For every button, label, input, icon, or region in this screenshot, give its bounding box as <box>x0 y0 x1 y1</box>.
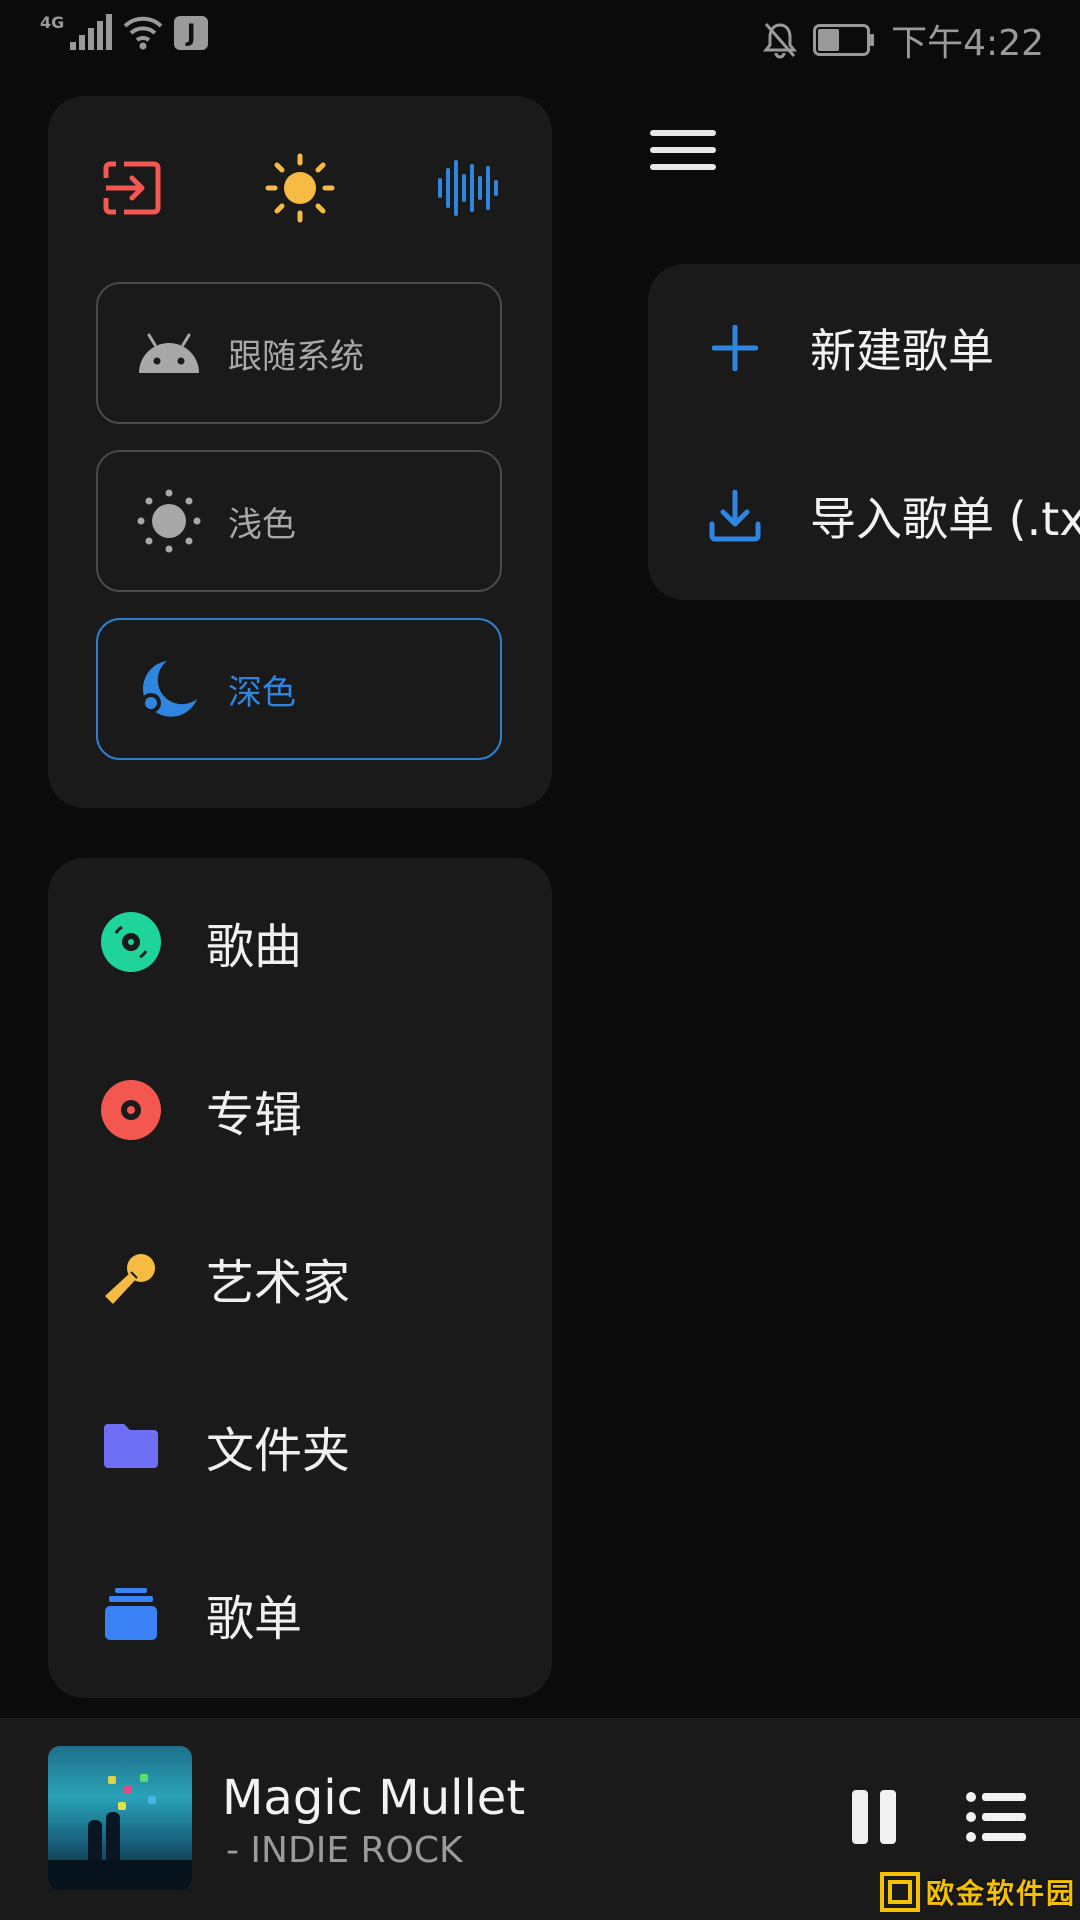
disc-icon <box>96 907 166 977</box>
playlist-stack-icon <box>96 1579 166 1649</box>
playlist-menu: 新建歌单 导入歌单 (.txt <box>648 264 1080 600</box>
nav-item-songs[interactable]: 歌曲 <box>48 882 552 1002</box>
microphone-icon <box>96 1243 166 1313</box>
menu-button[interactable] <box>650 130 716 182</box>
pause-bar <box>852 1790 868 1844</box>
theme-option-label: 浅色 <box>228 504 296 545</box>
logout-icon[interactable] <box>92 148 172 228</box>
network-type: 4G <box>40 13 65 32</box>
track-artist: - INDIE ROCK <box>226 1830 463 1871</box>
plus-icon <box>700 313 770 383</box>
menu-line <box>650 164 716 170</box>
nav-item-folders[interactable]: 文件夹 <box>48 1386 552 1506</box>
theme-option-label: 跟随系统 <box>228 336 364 377</box>
nav-item-artists[interactable]: 艺术家 <box>48 1218 552 1338</box>
theme-option-light[interactable]: 浅色 <box>96 450 502 592</box>
watermark: 欧金软件园 <box>880 1872 1076 1912</box>
library-nav: 歌曲 专辑 艺术家 文件夹 歌单 <box>48 858 552 1698</box>
menu-item-label: 新建歌单 <box>810 324 994 378</box>
import-playlist-button[interactable]: 导入歌单 (.txt <box>648 466 1080 566</box>
watermark-logo-icon <box>880 1872 920 1912</box>
app-notification-icon: J <box>174 16 209 50</box>
nav-label: 文件夹 <box>206 1423 351 1479</box>
theme-option-label: 深色 <box>228 672 296 713</box>
nav-label: 艺术家 <box>206 1255 351 1311</box>
new-playlist-button[interactable]: 新建歌单 <box>648 298 1080 398</box>
album-cover[interactable] <box>48 1746 192 1890</box>
android-icon <box>132 316 206 390</box>
sun-icon[interactable] <box>260 148 340 228</box>
theme-card: 跟随系统 浅色 深色 <box>48 96 552 808</box>
nav-label: 歌曲 <box>206 919 303 975</box>
battery-icon <box>813 24 875 56</box>
download-icon <box>700 481 770 551</box>
nav-item-albums[interactable]: 专辑 <box>48 1050 552 1170</box>
menu-line <box>650 130 716 136</box>
equalizer-icon[interactable] <box>428 148 508 228</box>
watermark-text: 欧金软件园 <box>926 1877 1077 1910</box>
nav-label: 专辑 <box>206 1087 303 1143</box>
vinyl-icon <box>96 1075 166 1145</box>
pause-button[interactable] <box>852 1790 896 1844</box>
app-badge-letter: J <box>186 19 196 47</box>
pause-bar <box>880 1790 896 1844</box>
theme-option-dark[interactable]: 深色 <box>96 618 502 760</box>
nav-item-playlists[interactable]: 歌单 <box>48 1554 552 1674</box>
quick-actions <box>48 148 552 228</box>
folder-icon <box>96 1411 166 1481</box>
mute-bell-icon <box>763 23 798 59</box>
track-title: Magic Mullet <box>222 1770 526 1826</box>
status-bar: 4G J 下午4:22 <box>0 0 1080 72</box>
nav-label: 歌单 <box>206 1591 303 1647</box>
wifi-icon <box>123 16 163 50</box>
menu-line <box>650 147 716 153</box>
signal-icon <box>70 14 113 50</box>
theme-option-system[interactable]: 跟随系统 <box>96 282 502 424</box>
clock: 下午4:22 <box>891 23 1044 64</box>
moon-icon <box>132 652 206 726</box>
menu-item-label: 导入歌单 (.txt <box>810 492 1080 546</box>
sun-icon <box>132 484 206 558</box>
queue-list-icon[interactable] <box>966 1790 1026 1844</box>
